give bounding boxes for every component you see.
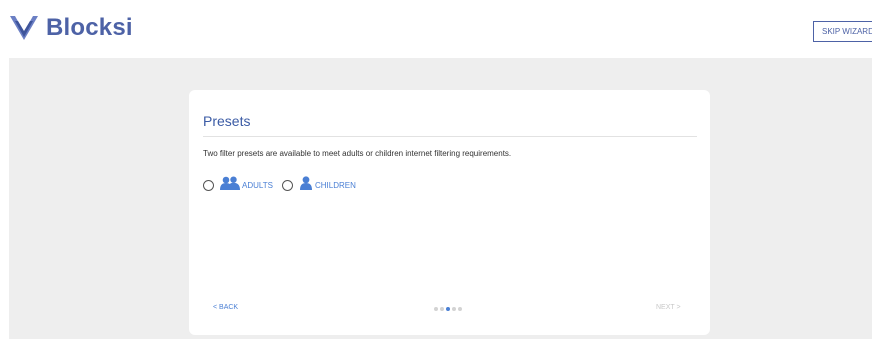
page-title: Presets (203, 113, 251, 129)
children-label[interactable]: CHILDREN (315, 181, 356, 190)
brand-name: Blocksi (46, 14, 133, 41)
preset-options: ADULTS CHILDREN (203, 176, 356, 195)
brand-logo[interactable]: Blocksi (9, 13, 133, 43)
wizard-card: Presets Two filter presets are available… (189, 90, 710, 335)
presets-description: Two filter presets are available to meet… (203, 149, 512, 158)
step-dot (452, 307, 456, 311)
blocksi-logo-icon (10, 16, 38, 40)
step-dot (434, 307, 438, 311)
next-button[interactable]: NEXT > (656, 304, 681, 311)
top-bar: Blocksi SKIP WIZARD (0, 0, 872, 58)
step-dot (446, 307, 450, 311)
adults-radio[interactable] (203, 180, 214, 191)
child-icon (299, 176, 313, 195)
back-button[interactable]: < BACK (213, 304, 238, 311)
title-divider (203, 136, 697, 137)
adults-icon (220, 176, 240, 195)
step-dot (458, 307, 462, 311)
skip-wizard-button[interactable]: SKIP WIZARD (813, 21, 872, 42)
step-dot (440, 307, 444, 311)
adults-label[interactable]: ADULTS (242, 181, 273, 190)
children-radio[interactable] (281, 180, 293, 191)
step-indicator (434, 307, 464, 311)
